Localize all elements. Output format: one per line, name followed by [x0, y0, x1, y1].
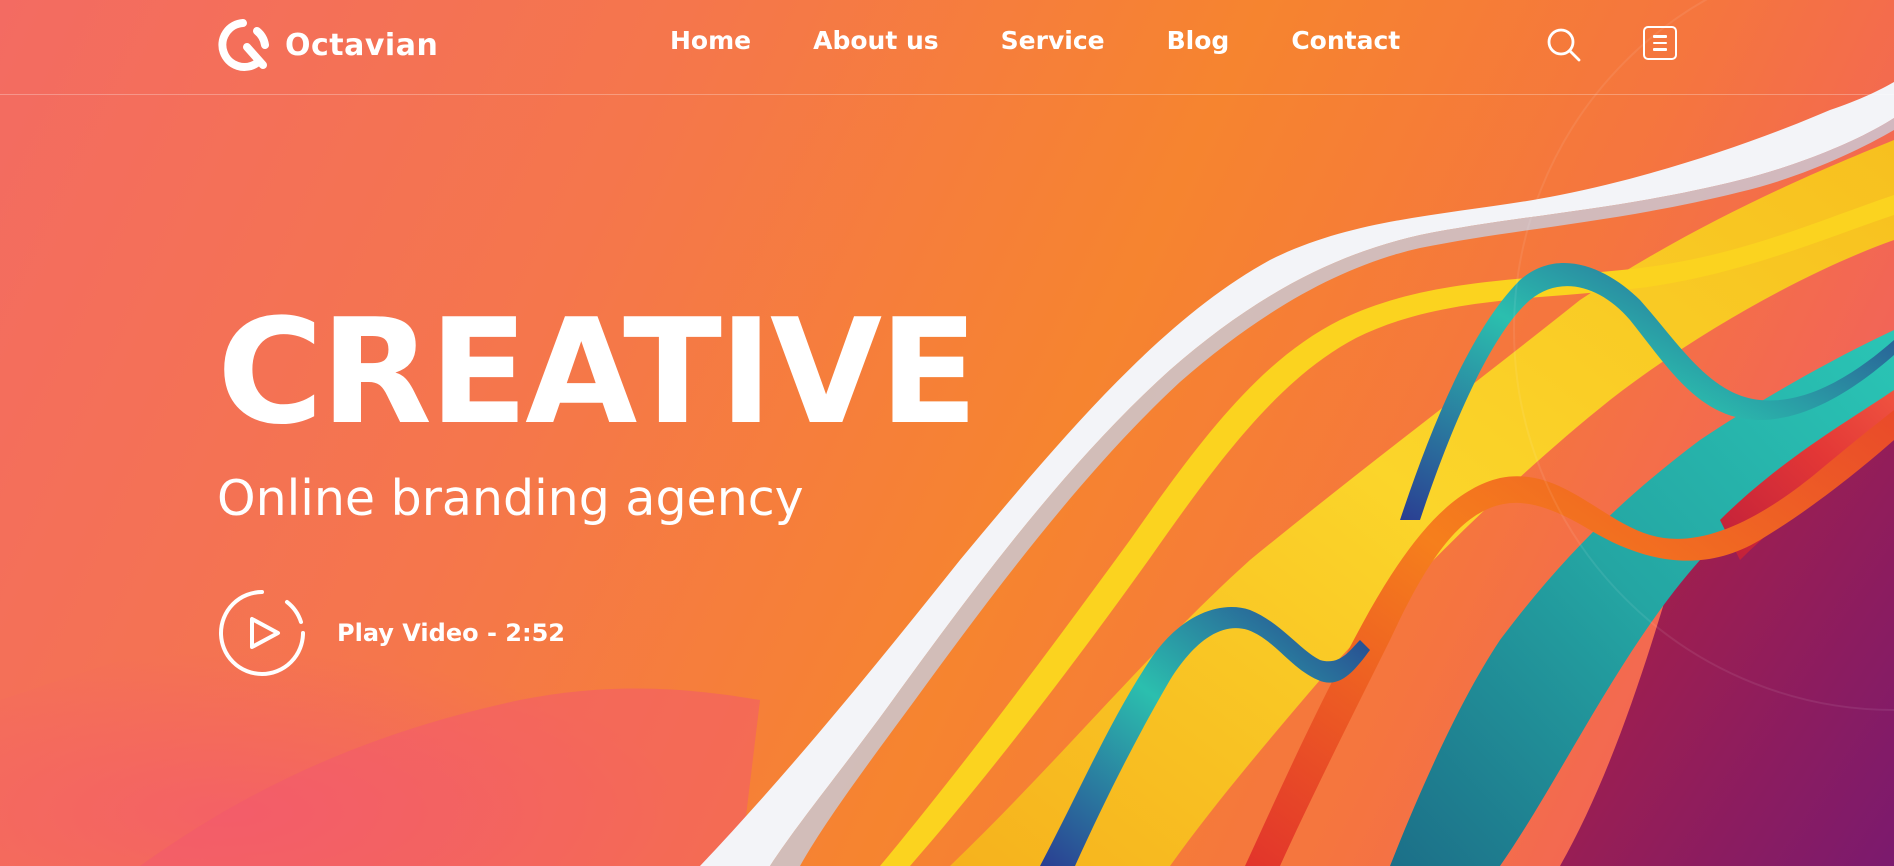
hero-section: CREATIVE — [217, 288, 978, 457]
search-icon[interactable] — [1546, 27, 1582, 63]
menu-line — [1653, 41, 1667, 45]
brand-name: Octavian — [285, 27, 439, 63]
q-logo-icon — [218, 19, 269, 71]
nav-item-about-us[interactable]: About us — [813, 26, 939, 55]
nav-item-contact[interactable]: Contact — [1291, 26, 1400, 55]
nav-item-home[interactable]: Home — [670, 26, 751, 55]
menu-line — [1653, 48, 1667, 51]
brand-logo[interactable]: Octavian — [217, 19, 438, 71]
site-header: Octavian Home About us Service Blog Cont… — [0, 0, 1894, 95]
play-video-label: Play Video - 2:52 — [337, 619, 565, 647]
main-nav: Home About us Service Blog Contact — [670, 26, 1462, 55]
menu-line — [1653, 35, 1667, 38]
hero-subtitle: Online branding agency — [217, 470, 804, 527]
hero-title: CREATIVE — [217, 288, 978, 457]
nav-item-service[interactable]: Service — [1001, 26, 1105, 55]
menu-icon[interactable] — [1643, 26, 1677, 60]
play-video-button[interactable]: Play Video - 2:52 — [217, 588, 565, 678]
play-icon — [219, 590, 305, 676]
nav-item-blog[interactable]: Blog — [1167, 26, 1230, 55]
